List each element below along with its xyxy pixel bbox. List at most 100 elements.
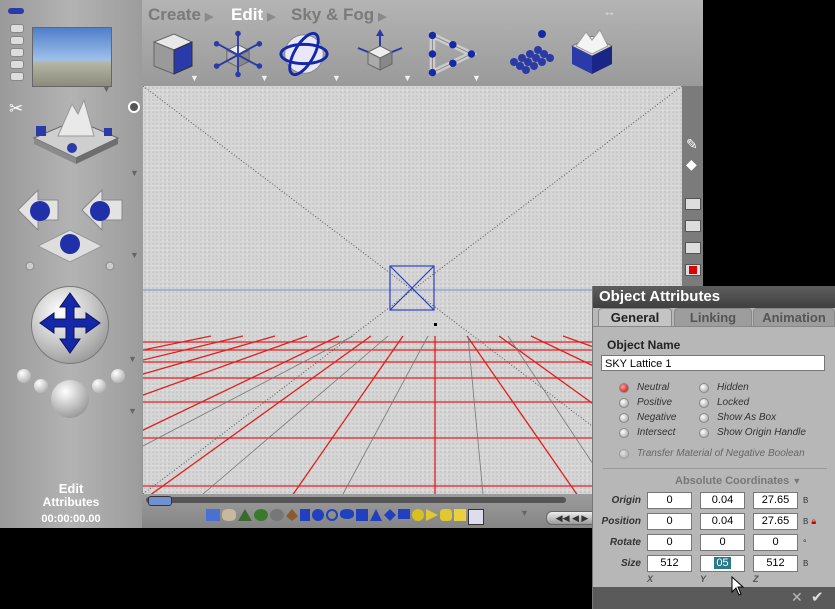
chevron-down-icon[interactable]: ▼ bbox=[190, 73, 199, 83]
object-library-item[interactable] bbox=[326, 509, 338, 521]
camera-trackball-icon[interactable] bbox=[28, 98, 124, 166]
palette-stack-icon[interactable] bbox=[10, 24, 24, 86]
render-mode-icon[interactable] bbox=[685, 264, 701, 276]
checkbox-show-origin-handle[interactable] bbox=[699, 427, 709, 438]
chevron-down-icon[interactable]: ▼ bbox=[472, 73, 481, 83]
object-library-item[interactable] bbox=[270, 509, 284, 521]
chevron-down-icon[interactable]: ▼ bbox=[332, 73, 341, 83]
view-mode-icon[interactable] bbox=[685, 198, 701, 210]
checkbox-show-as-box[interactable] bbox=[699, 412, 709, 423]
origin-z-field[interactable]: 27.65 bbox=[753, 492, 798, 509]
object-library-item[interactable] bbox=[440, 509, 452, 521]
object-library-item[interactable] bbox=[454, 509, 466, 521]
object-library-item[interactable] bbox=[412, 509, 424, 521]
cancel-icon[interactable]: ✕ bbox=[791, 589, 803, 606]
timeline-track[interactable] bbox=[146, 497, 566, 503]
sphere-button[interactable] bbox=[92, 379, 106, 393]
radio-negative[interactable] bbox=[619, 412, 629, 423]
array-objects-icon[interactable] bbox=[504, 28, 556, 80]
object-library-item[interactable] bbox=[254, 509, 268, 521]
view-mode-icon[interactable] bbox=[685, 220, 701, 232]
four-way-arrow-icon bbox=[39, 292, 101, 354]
position-x-field[interactable]: 0 bbox=[647, 513, 692, 530]
timeline-scrubber[interactable] bbox=[148, 496, 172, 506]
checkbox-locked[interactable] bbox=[699, 397, 709, 408]
option-positive[interactable]: Positive bbox=[619, 395, 676, 410]
eraser-icon[interactable]: ◆ bbox=[686, 156, 697, 173]
checkbox-hidden[interactable] bbox=[699, 382, 709, 393]
radio-positive[interactable] bbox=[619, 397, 629, 408]
menu-create[interactable]: Create ▶ bbox=[148, 5, 213, 25]
view-mode-icon[interactable] bbox=[685, 242, 701, 254]
object-library-item[interactable] bbox=[398, 509, 410, 519]
sphere-button[interactable] bbox=[17, 369, 31, 383]
object-library-item[interactable] bbox=[340, 509, 354, 519]
chevron-down-icon[interactable]: ▼ bbox=[260, 73, 269, 83]
scene-preview-thumbnail[interactable] bbox=[32, 27, 112, 87]
tab-animation[interactable]: Animation bbox=[753, 308, 835, 326]
coordinates-header[interactable]: Absolute Coordinates ▼ bbox=[675, 475, 801, 487]
ok-check-icon[interactable]: ✔ bbox=[811, 588, 824, 606]
chevron-down-icon[interactable]: ▼ bbox=[520, 508, 529, 518]
resize-arrows-icon[interactable]: ↔ bbox=[603, 4, 616, 19]
chevron-down-icon[interactable]: ▼ bbox=[102, 84, 111, 94]
object-library-item[interactable] bbox=[356, 509, 368, 521]
object-library-item[interactable] bbox=[468, 509, 484, 525]
origin-y-field[interactable]: 0.04 bbox=[700, 492, 745, 509]
object-library-item[interactable] bbox=[384, 509, 396, 521]
menu-edit[interactable]: Edit ▶ bbox=[231, 5, 276, 25]
option-locked[interactable]: Locked bbox=[699, 395, 806, 410]
scale-object-icon[interactable] bbox=[354, 28, 406, 80]
position-y-field[interactable]: 0.04 bbox=[700, 513, 745, 530]
object-library-item[interactable] bbox=[426, 509, 438, 521]
position-z-field[interactable]: 27.65 bbox=[753, 513, 798, 530]
rotate-x-field[interactable]: 0 bbox=[647, 534, 692, 551]
radio-neutral[interactable] bbox=[619, 382, 629, 393]
origin-x-field[interactable]: 0 bbox=[647, 492, 692, 509]
terrain-object-icon[interactable] bbox=[566, 28, 618, 80]
object-library-item[interactable] bbox=[300, 509, 310, 521]
object-library-item[interactable] bbox=[222, 509, 236, 521]
option-negative[interactable]: Negative bbox=[619, 410, 676, 425]
object-library-item[interactable] bbox=[312, 509, 324, 521]
sphere-button[interactable] bbox=[34, 379, 48, 393]
chevron-down-icon[interactable]: ▼ bbox=[128, 354, 137, 364]
chevron-down-icon[interactable]: ▼ bbox=[403, 73, 412, 83]
move-xz-control-icon[interactable] bbox=[8, 180, 132, 272]
lock-icon[interactable]: 🔒︎ bbox=[811, 516, 816, 527]
object-name-field[interactable]: SKY Lattice 1 bbox=[601, 355, 825, 371]
object-library-item[interactable] bbox=[286, 509, 298, 521]
size-y-field[interactable]: 05 bbox=[700, 555, 745, 572]
chevron-down-icon[interactable]: ▼ bbox=[130, 168, 139, 178]
radio-dot-icon[interactable] bbox=[128, 101, 140, 113]
tab-general[interactable]: General bbox=[598, 308, 672, 327]
sphere-button-large[interactable] bbox=[51, 380, 89, 418]
option-show-origin-handle[interactable]: Show Origin Handle bbox=[699, 425, 806, 440]
chevron-down-icon[interactable]: ▼ bbox=[130, 250, 139, 260]
rotate-orbit-icon[interactable] bbox=[278, 28, 330, 80]
jump-to-object-icon[interactable] bbox=[212, 28, 264, 80]
size-z-field[interactable]: 512 bbox=[753, 555, 798, 572]
size-x-field[interactable]: 512 bbox=[647, 555, 692, 572]
menu-sky-fog[interactable]: Sky & Fog ▶ bbox=[291, 5, 387, 25]
object-library-item[interactable] bbox=[238, 509, 252, 521]
sphere-button[interactable] bbox=[111, 369, 125, 383]
pencil-icon[interactable]: ✎ bbox=[686, 136, 698, 153]
rotate-z-field[interactable]: 0 bbox=[753, 534, 798, 551]
menu-pill-icon[interactable] bbox=[8, 8, 24, 14]
option-show-as-box[interactable]: Show As Box bbox=[699, 410, 806, 425]
option-intersect[interactable]: Intersect bbox=[619, 425, 676, 440]
option-transfer-material[interactable]: Transfer Material of Negative Boolean bbox=[619, 448, 805, 459]
option-neutral[interactable]: Neutral bbox=[619, 380, 676, 395]
option-hidden[interactable]: Hidden bbox=[699, 380, 806, 395]
object-library-item[interactable] bbox=[370, 509, 382, 521]
tab-linking[interactable]: Linking bbox=[674, 308, 752, 326]
rotate-y-field[interactable]: 0 bbox=[700, 534, 745, 551]
camera-tool-icon[interactable]: ✂ bbox=[9, 99, 23, 119]
playback-controls[interactable]: ◀◀ ◀ ▶ bbox=[546, 511, 598, 525]
chevron-down-icon[interactable]: ▼ bbox=[128, 406, 137, 416]
object-library-item[interactable] bbox=[206, 509, 220, 521]
checkbox-transfer-material[interactable] bbox=[619, 448, 629, 459]
link-hierarchy-icon[interactable] bbox=[425, 28, 477, 80]
radio-intersect[interactable] bbox=[619, 427, 629, 438]
